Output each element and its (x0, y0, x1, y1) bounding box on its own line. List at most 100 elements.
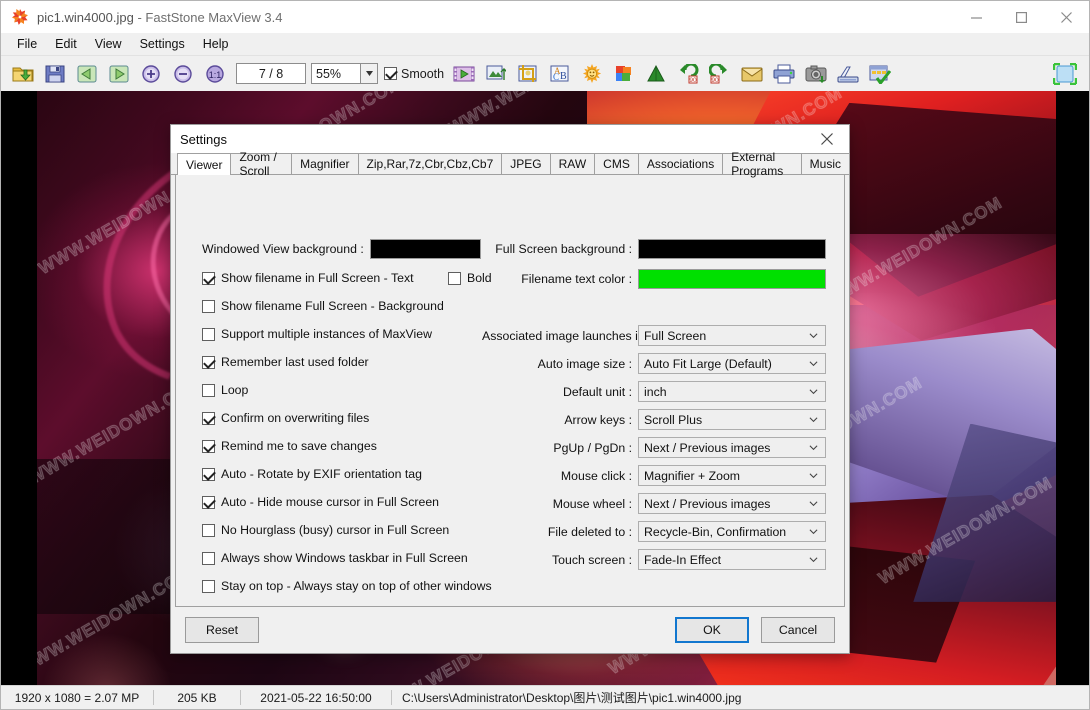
maximize-button[interactable] (999, 1, 1044, 33)
checkbox-loop[interactable]: Loop (202, 383, 248, 397)
checkbox-box[interactable] (202, 411, 215, 425)
checkbox-box[interactable] (202, 579, 215, 593)
tab-music[interactable]: Music (800, 153, 850, 174)
fullscreen-background-row: Full Screen background : (482, 239, 826, 259)
checkbox-box[interactable] (202, 439, 215, 453)
dropdown-auto-image-size-row: Auto image size : Auto Fit Large (Defaul… (482, 353, 826, 374)
dropdown-file-deleted-to-row: File deleted to : Recycle-Bin, Confirmat… (482, 521, 826, 542)
cancel-button[interactable]: Cancel (761, 617, 835, 643)
checkbox-no-hourglass[interactable]: No Hourglass (busy) cursor in Full Scree… (202, 523, 449, 537)
zoom-out-icon[interactable] (167, 59, 199, 89)
resize-icon[interactable] (480, 59, 512, 89)
tab-zoom-scroll[interactable]: Zoom / Scroll (230, 150, 293, 178)
fullscreen-icon[interactable] (1049, 59, 1081, 89)
dropdown-label: Default unit : (562, 384, 632, 399)
menu-help[interactable]: Help (194, 35, 238, 53)
checkbox-label: Always show Windows taskbar in Full Scre… (221, 551, 468, 565)
checkbox-box[interactable] (448, 271, 461, 285)
checkbox-box[interactable] (202, 355, 215, 369)
checkbox-box[interactable] (202, 551, 215, 565)
tab-jpeg[interactable]: JPEG (501, 153, 551, 174)
menu-edit[interactable]: Edit (46, 35, 86, 53)
menu-view[interactable]: View (86, 35, 131, 53)
checkbox-multiple-instances[interactable]: Support multiple instances of MaxView (202, 327, 432, 341)
tab-magnifier[interactable]: Magnifier (291, 153, 359, 174)
save-icon[interactable] (39, 59, 71, 89)
dropdown-default-unit[interactable]: inch (638, 381, 826, 402)
status-filepath: C:\Users\Administrator\Desktop\图片\测试图片\p… (402, 691, 742, 705)
checkbox-confirm-overwrite[interactable]: Confirm on overwriting files (202, 411, 369, 425)
slideshow-icon[interactable] (448, 59, 480, 89)
smooth-checkbox-box[interactable] (384, 67, 397, 80)
checkbox-box[interactable] (202, 327, 215, 341)
status-bar: 1920 x 1080 = 2.07 MP 205 KB 2021-05-22 … (1, 685, 1089, 709)
tab-archives[interactable]: Zip,Rar,7z,Cbr,Cbz,Cb7 (357, 153, 503, 174)
dropdown-file-deleted-to[interactable]: Recycle-Bin, Confirmation (638, 521, 826, 542)
checkbox-show-filename-text[interactable]: Show filename in Full Screen - Text (202, 271, 414, 285)
checkbox-box[interactable] (202, 467, 215, 481)
checkbox-stay-on-top[interactable]: Stay on top - Always stay on top of othe… (202, 579, 492, 593)
checkbox-box[interactable] (202, 495, 215, 509)
text-icon[interactable]: A C B (544, 59, 576, 89)
minimize-button[interactable] (954, 1, 999, 33)
checkbox-box[interactable] (202, 523, 215, 537)
filename-text-color-row: Filename text color : (482, 269, 826, 289)
settings-icon[interactable] (864, 59, 896, 89)
dropdown-mouse-click[interactable]: Magnifier + Zoom (638, 465, 826, 486)
ok-button[interactable]: OK (675, 617, 749, 643)
email-icon[interactable] (736, 59, 768, 89)
chevron-down-icon (809, 360, 818, 366)
checkbox-box[interactable] (202, 383, 215, 397)
tab-cms[interactable]: CMS (594, 153, 639, 174)
tab-associations[interactable]: Associations (637, 153, 724, 174)
crop-icon[interactable] (512, 59, 544, 89)
dropdown-mouse-wheel-row: Mouse wheel : Next / Previous images (482, 493, 826, 514)
windowed-view-background-swatch[interactable] (369, 239, 481, 259)
next-image-icon[interactable] (103, 59, 135, 89)
open-folder-icon[interactable] (7, 59, 39, 89)
checkbox-show-filename-background[interactable]: Show filename Full Screen - Background (202, 299, 444, 313)
dropdown-auto-image-size[interactable]: Auto Fit Large (Default) (638, 353, 826, 374)
tab-external-programs[interactable]: External Programs (722, 150, 802, 178)
checkbox-auto-hide-cursor[interactable]: Auto - Hide mouse cursor in Full Screen (202, 495, 439, 509)
dropdown-pgup-pgdn[interactable]: Next / Previous images (638, 437, 826, 458)
print-icon[interactable] (768, 59, 800, 89)
page-indicator[interactable]: 7 / 8 (236, 63, 306, 84)
zoom-level-input[interactable]: 55% (311, 63, 361, 84)
scan-icon[interactable] (832, 59, 864, 89)
checkbox-remember-last-folder[interactable]: Remember last used folder (202, 355, 369, 369)
dropdown-arrow-keys[interactable]: Scroll Plus (638, 409, 826, 430)
close-icon[interactable] (805, 125, 849, 153)
menu-file[interactable]: File (8, 35, 46, 53)
rotate-right-icon[interactable]: 90 (704, 59, 736, 89)
zoom-in-icon[interactable] (135, 59, 167, 89)
close-button[interactable] (1044, 1, 1089, 33)
rotate-left-icon[interactable]: 90 (672, 59, 704, 89)
screen-capture-icon[interactable] (800, 59, 832, 89)
checkbox-box[interactable] (202, 271, 215, 285)
checkbox-box[interactable] (202, 299, 215, 313)
tab-raw[interactable]: RAW (549, 153, 596, 174)
chevron-down-icon (809, 528, 818, 534)
chevron-down-icon[interactable] (361, 63, 378, 84)
dropdown-value: Recycle-Bin, Confirmation (644, 524, 787, 539)
checkbox-label: Stay on top - Always stay on top of othe… (221, 579, 492, 593)
dropdown-mouse-wheel[interactable]: Next / Previous images (638, 493, 826, 514)
checkbox-always-show-taskbar[interactable]: Always show Windows taskbar in Full Scre… (202, 551, 468, 565)
window-title-separator: - (133, 9, 146, 25)
adjust-lighting-icon[interactable] (576, 59, 608, 89)
dropdown-touch-screen[interactable]: Fade-In Effect (638, 549, 826, 570)
dropdown-associated-launch[interactable]: Full Screen (638, 325, 826, 346)
actual-size-icon[interactable]: 1:1 (199, 59, 231, 89)
checkbox-auto-rotate-exif[interactable]: Auto - Rotate by EXIF orientation tag (202, 467, 422, 481)
tab-viewer[interactable]: Viewer (177, 153, 232, 175)
smooth-checkbox[interactable]: Smooth (384, 67, 444, 81)
previous-image-icon[interactable] (71, 59, 103, 89)
adjust-curves-icon[interactable] (640, 59, 672, 89)
adjust-colors-icon[interactable] (608, 59, 640, 89)
filename-text-color-swatch[interactable] (638, 269, 826, 289)
menu-settings[interactable]: Settings (131, 35, 194, 53)
reset-button[interactable]: Reset (185, 617, 259, 643)
checkbox-remind-save-changes[interactable]: Remind me to save changes (202, 439, 377, 453)
fullscreen-background-swatch[interactable] (638, 239, 826, 259)
